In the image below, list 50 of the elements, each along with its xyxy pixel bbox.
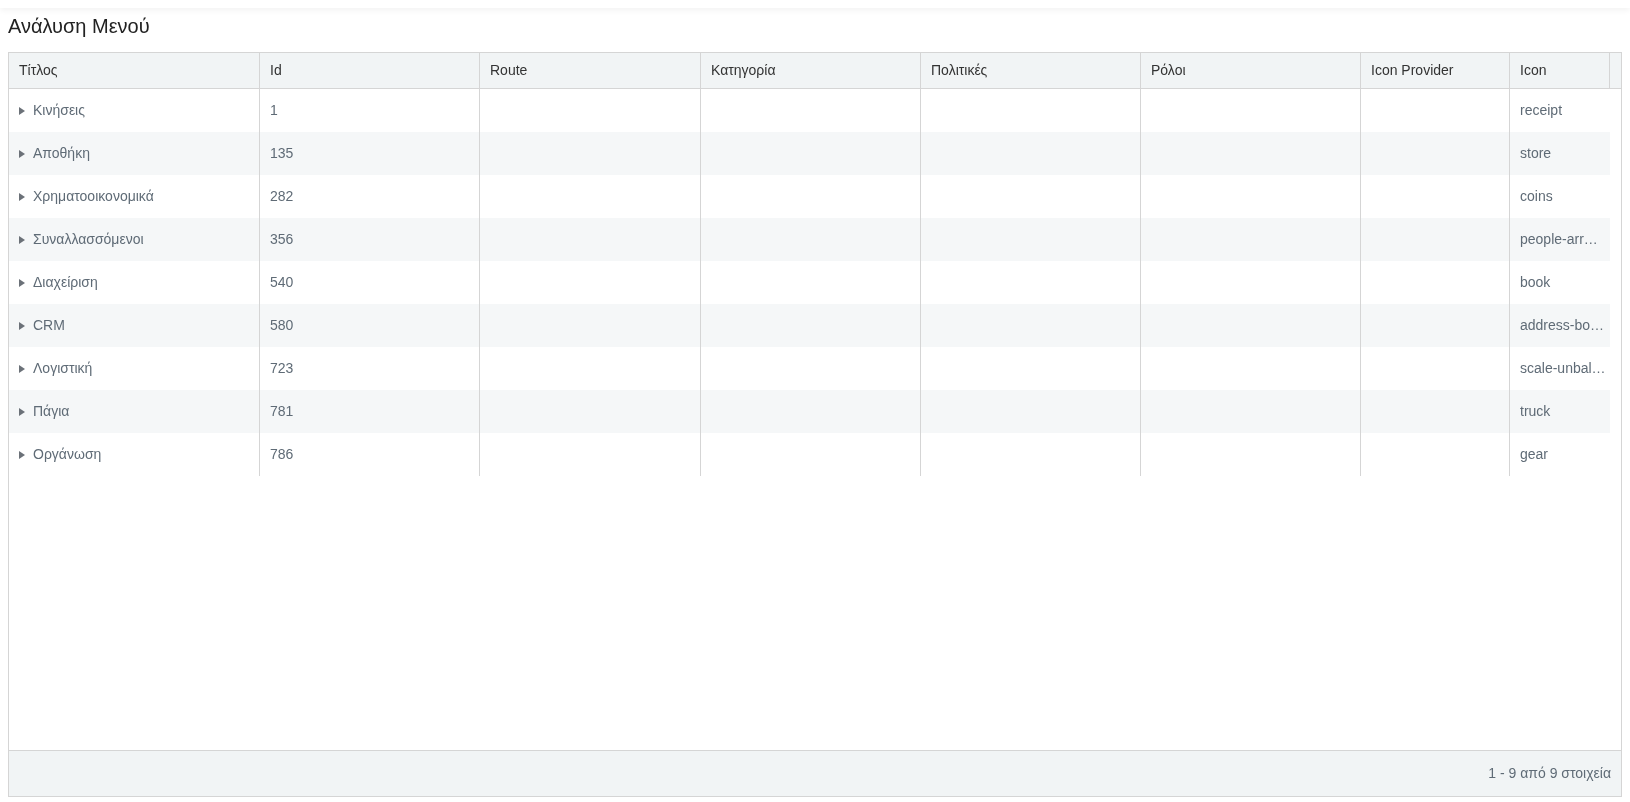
- table-row[interactable]: Πάγια 781 truck: [9, 390, 1610, 433]
- table-cell-text: CRM: [33, 316, 65, 335]
- table-cell-text: 282: [270, 187, 294, 206]
- table-cell-text: Πάγια: [33, 402, 70, 421]
- column-header[interactable]: Icon Provider: [1361, 53, 1510, 88]
- table-cell-text: people-arr…: [1520, 230, 1598, 249]
- table-cell-text: Διαχείριση: [33, 273, 98, 292]
- column-header[interactable]: Κατηγορία: [701, 53, 921, 88]
- table-cell-text: address-bo…: [1520, 316, 1605, 335]
- table-cell-text: 723: [270, 359, 294, 378]
- expand-caret-icon[interactable]: [19, 278, 25, 287]
- expand-caret-icon[interactable]: [19, 192, 25, 201]
- table-cell-text: 135: [270, 144, 294, 163]
- table-cell-text: Οργάνωση: [33, 445, 102, 464]
- expand-caret-icon[interactable]: [19, 407, 25, 416]
- table-row[interactable]: Αποθήκη 135 store: [9, 132, 1610, 175]
- expand-caret-icon[interactable]: [19, 149, 25, 158]
- expand-caret-icon[interactable]: [19, 106, 25, 115]
- expand-caret-icon[interactable]: [19, 321, 25, 330]
- pager-summary: 1 - 9 από 9 στοιχεία: [1488, 764, 1611, 783]
- table-cell-text: 781: [270, 402, 294, 421]
- column-header[interactable]: Id: [260, 53, 480, 88]
- expand-caret-icon[interactable]: [19, 235, 25, 244]
- table-cell-text: book: [1520, 273, 1551, 292]
- table-cell-text: Χρηματοοικονομικά: [33, 187, 154, 206]
- table-cell-text: store: [1520, 144, 1552, 163]
- table-cell-text: 786: [270, 445, 294, 464]
- column-header[interactable]: Ρόλοι: [1141, 53, 1361, 88]
- expand-caret-icon[interactable]: [19, 450, 25, 459]
- table-cell-text: truck: [1520, 402, 1551, 421]
- table-cell-text: gear: [1520, 445, 1549, 464]
- table-row[interactable]: CRM 580 address-bo…: [9, 304, 1610, 347]
- expand-caret-icon[interactable]: [19, 364, 25, 373]
- table-cell-text: 356: [270, 230, 294, 249]
- table-cell-text: Κινήσεις: [33, 101, 85, 120]
- table-cell-text: Λογιστική: [33, 359, 93, 378]
- table-cell-text: Αποθήκη: [33, 144, 90, 163]
- table-row[interactable]: Συναλλασσόμενοι 356 people-arr…: [9, 218, 1610, 261]
- page-title: Ανάλυση Μενού: [8, 14, 150, 39]
- table-cell-text: 1: [270, 101, 278, 120]
- table-cell-text: receipt: [1520, 101, 1563, 120]
- table-cell-text: coins: [1520, 187, 1553, 206]
- column-header[interactable]: Τίτλος: [9, 53, 260, 88]
- column-header[interactable]: Icon: [1510, 53, 1610, 88]
- table-cell-text: 540: [270, 273, 294, 292]
- table-cell-text: 580: [270, 316, 294, 335]
- column-header[interactable]: Πολιτικές: [921, 53, 1141, 88]
- table-cell-text: Συναλλασσόμενοι: [33, 230, 144, 249]
- table-cell-text: scale-unbal…: [1520, 359, 1606, 378]
- column-header[interactable]: Route: [480, 53, 701, 88]
